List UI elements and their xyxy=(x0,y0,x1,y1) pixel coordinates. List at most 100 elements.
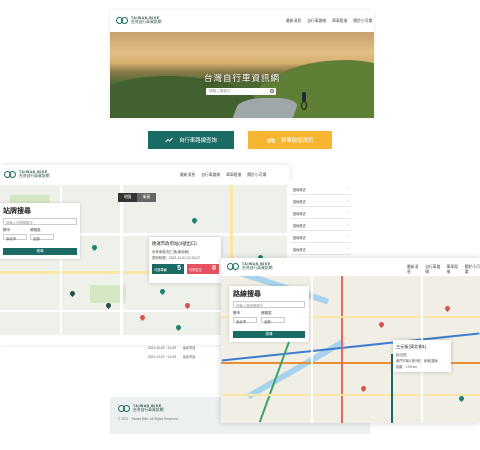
route-popup-description: 南門市場(1號/9號，東側)路線 xyxy=(396,359,438,363)
route-list: 路線概述 › 路線概述 › 路線概述 › 路線概述 › 路線概述 › 路線概述 › xyxy=(287,180,355,260)
nav-routes[interactable]: 自行車路線 xyxy=(307,19,326,24)
list-item[interactable]: 2021-10-19 ~ 11-09 臺北市自 xyxy=(148,354,196,359)
station-pin[interactable] xyxy=(174,323,183,332)
route-keyword-placeholder: 請輸入路線關鍵字 xyxy=(236,304,264,309)
logo-text-zh: 台灣自行車資訊網 xyxy=(131,20,162,25)
district-select[interactable]: 全部 xyxy=(30,234,54,241)
hero-banner-image: 台灣自行車資訊網 請輸入關鍵字 xyxy=(110,32,374,118)
hero-search-placeholder: 請輸入關鍵字 xyxy=(209,89,231,94)
logo-icon xyxy=(227,262,239,272)
footer-logo[interactable]: TAIWAN BIKE 台灣自行車資訊網 xyxy=(118,404,163,414)
nav-news[interactable]: 最新消息 xyxy=(286,19,301,24)
station-pin[interactable] xyxy=(158,287,167,296)
city-select[interactable]: 臺北市 xyxy=(3,234,27,241)
nav-rental[interactable]: 單車租借 xyxy=(332,19,347,24)
search-icon[interactable] xyxy=(270,89,274,94)
list-item-date: 2021-10-19 ~ 11-09 xyxy=(148,355,176,359)
station-search-title: 站牌搜尋 xyxy=(3,208,31,215)
map-road xyxy=(120,185,123,335)
poi-pin[interactable] xyxy=(457,394,466,403)
route-item-label: 路線概述 xyxy=(293,188,306,192)
route-list-item[interactable]: 路線概述 › xyxy=(291,184,351,195)
site-logo[interactable]: TAIWAN BIKE 台灣自行車資訊網 xyxy=(116,16,161,26)
city-select-value: 臺北市 xyxy=(6,236,17,241)
chevron-right-icon: › xyxy=(347,247,349,251)
poi-pin[interactable] xyxy=(359,384,368,393)
toggle-map-view[interactable]: 地圖 xyxy=(118,193,137,202)
main-nav: 最新消息 自行車路線 單車租借 關於小可樂 xyxy=(180,173,266,178)
station-pin[interactable] xyxy=(90,243,99,252)
rentable-bikes-count: 5 xyxy=(177,265,181,272)
station-pin-empty[interactable] xyxy=(138,313,147,322)
logo-icon xyxy=(4,170,16,180)
route-list-item[interactable]: 路線概述 › xyxy=(291,220,351,231)
route-list-item[interactable]: 路線概述 › xyxy=(291,232,351,243)
route-list-item[interactable]: 路線概述 › xyxy=(291,244,351,255)
route-search-submit-button[interactable]: 搜尋 xyxy=(233,331,305,338)
list-item-name: 臺北市自 xyxy=(182,346,196,350)
nav-routes[interactable]: 自行車路線 xyxy=(201,173,220,178)
district-select-value: 全部 xyxy=(264,319,271,324)
route-item-label: 路線概述 xyxy=(293,248,306,252)
district-label: 鄉鎮區 xyxy=(30,228,41,232)
metro-line xyxy=(341,276,343,423)
route-keyword-input[interactable]: 請輸入路線關鍵字 xyxy=(233,301,305,308)
hero-search-input[interactable]: 請輸入關鍵字 xyxy=(206,88,276,95)
list-item-name: 臺北市自 xyxy=(182,355,196,359)
hero-road xyxy=(231,98,301,118)
station-info-popup: 捷運市政府站(3號出口) 忠孝東路/松仁路(東南側) 更新時間：2021-11-… xyxy=(149,237,221,283)
nav-routes[interactable]: 自行車路線 xyxy=(425,265,440,275)
route-item-label: 路線概述 xyxy=(293,200,306,204)
route-list-item[interactable]: 路線概述 › xyxy=(291,208,351,219)
station-pin[interactable] xyxy=(190,216,199,225)
return-slots-count: 0 xyxy=(212,265,216,272)
bike-rental-button[interactable]: 單車租借資訊 xyxy=(248,131,332,149)
nav-rental[interactable]: 單車租借 xyxy=(447,265,459,275)
station-updated-time: 更新時間：2021-11-01 22:31:07 xyxy=(152,256,201,260)
rentable-bikes-badge: 可借車輛 5 xyxy=(152,264,184,274)
station-keyword-placeholder: 請輸入站牌關鍵字 xyxy=(6,221,34,226)
chevron-right-icon: › xyxy=(347,223,349,227)
station-pin[interactable] xyxy=(104,301,113,310)
city-label: 縣市 xyxy=(233,311,241,315)
nav-news[interactable]: 最新消息 xyxy=(407,265,419,275)
route-info-popup: 三元街(東北側1) 起/迄點 南門市場(1號/9號，東側)路線 距離：1.09 … xyxy=(393,340,451,372)
route-list-item[interactable]: 路線概述 › xyxy=(291,196,351,207)
site-logo[interactable]: TAIWAN BIKE 台灣自行車資訊網 xyxy=(227,262,272,272)
station-pin[interactable] xyxy=(68,289,77,298)
site-logo[interactable]: TAIWAN BIKE 台灣自行車資訊網 xyxy=(4,170,49,180)
city-select[interactable]: 臺北市 xyxy=(233,317,257,324)
city-label: 縣市 xyxy=(3,228,11,232)
nav-news[interactable]: 最新消息 xyxy=(180,173,195,178)
station-search-submit-button[interactable]: 搜尋 xyxy=(3,248,77,255)
cyclist-figure xyxy=(300,92,308,110)
homepage-mockup: TAIWAN BIKE 台灣自行車資訊網 最新消息 自行車路線 單車租借 關於小… xyxy=(110,10,374,118)
route-search-button[interactable]: 自行車路線查詢 xyxy=(148,131,234,149)
nav-about[interactable]: 關於小可樂 xyxy=(353,19,372,24)
station-navbar: TAIWAN BIKE 台灣自行車資訊網 最新消息 自行車路線 單車租借 關於小… xyxy=(0,165,290,185)
map-road xyxy=(221,394,480,396)
hero-title: 台灣自行車資訊網 xyxy=(203,73,280,83)
bicycle-icon xyxy=(266,138,275,143)
list-item[interactable]: 2021-10-19 ~ 11-09 臺北市自 xyxy=(148,345,196,350)
station-search-panel: 站牌搜尋 請輸入站牌關鍵字 縣市 鄉鎮區 臺北市 全部 搜尋 xyxy=(0,203,80,259)
poi-pin[interactable] xyxy=(377,320,386,329)
route-search-title: 路線搜尋 xyxy=(233,291,261,298)
route-popup-title: 三元街(東北側1) xyxy=(396,344,427,349)
chevron-right-icon: › xyxy=(347,187,349,191)
nav-rental[interactable]: 單車租借 xyxy=(226,173,241,178)
poi-pin[interactable] xyxy=(443,304,452,313)
nav-about[interactable]: 關於小可樂 xyxy=(465,265,480,275)
main-nav: 最新消息 自行車路線 單車租借 關於小可樂 xyxy=(286,19,372,24)
district-select[interactable]: 全部 xyxy=(261,317,285,324)
homepage-navbar: TAIWAN BIKE 台灣自行車資訊網 最新消息 自行車路線 單車租借 關於小… xyxy=(110,10,374,32)
toggle-satellite-view[interactable]: 衛星 xyxy=(137,193,156,202)
city-select-value: 臺北市 xyxy=(236,319,247,324)
chevron-right-icon: › xyxy=(347,211,349,215)
route-popup-endpoints: 起/迄點 xyxy=(396,353,407,357)
list-item-date: 2021-10-19 ~ 11-09 xyxy=(148,346,176,350)
station-keyword-input[interactable]: 請輸入站牌關鍵字 xyxy=(3,218,77,225)
station-pin-empty[interactable] xyxy=(183,301,192,310)
station-address: 忠孝東路/松仁路(東南側) xyxy=(152,250,190,254)
nav-about[interactable]: 關於小可樂 xyxy=(247,173,266,178)
